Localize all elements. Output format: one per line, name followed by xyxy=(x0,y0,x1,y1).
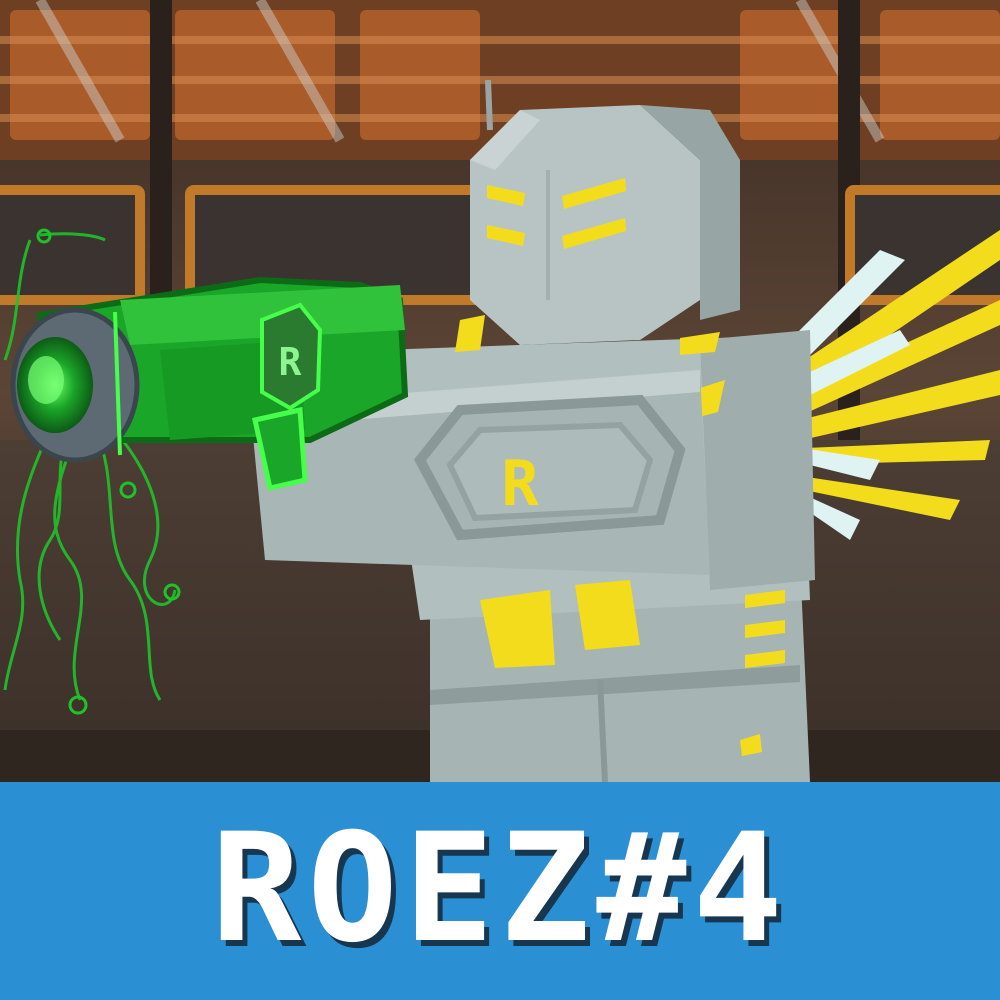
weapon-emblem-letter: R xyxy=(279,340,302,384)
chest-emblem: R xyxy=(414,394,686,541)
title-banner: ROEZ#4 xyxy=(0,782,1000,1000)
chest-emblem-letter: R xyxy=(501,447,539,520)
game-scene: R R xyxy=(0,0,1000,782)
thumbnail: R R ROEZ#4 xyxy=(0,0,1000,1000)
episode-title: ROEZ#4 xyxy=(211,802,789,976)
